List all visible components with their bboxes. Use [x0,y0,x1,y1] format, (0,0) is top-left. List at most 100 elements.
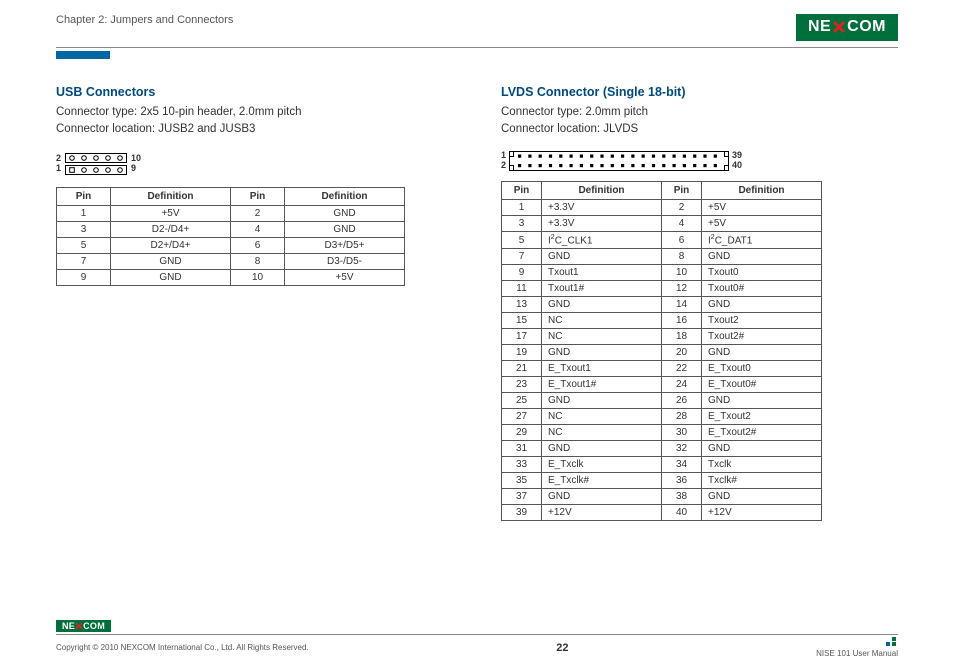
lvds-header-icon [509,151,729,171]
lvds-connector-location: Connector location: JLVDS [501,122,898,138]
table-row: 25GND26GND [502,393,822,409]
def-cell: D3+/D5+ [285,238,405,254]
lvds-pin-diagram: 1 2 39 40 [501,151,898,171]
def-cell: D3-/D5- [285,254,405,270]
table-row: 15NC16Txout2 [502,313,822,329]
brand-post: COM [847,18,886,36]
pin-cell: 7 [57,254,111,270]
th-pin: Pin [57,188,111,206]
pin-cell: 18 [662,329,702,345]
def-cell: E_Txout1 [542,361,662,377]
lvds-pin-label-40: 40 [732,161,742,171]
usb-pin-label-1: 1 [56,164,61,174]
manual-title: NISE 101 User Manual [816,649,898,658]
pin-cell: 33 [502,457,542,473]
def-cell: Txout1 [542,265,662,281]
footer-rule [56,634,898,635]
def-cell: +3.3V [542,216,662,232]
def-cell: E_Txout2# [702,425,822,441]
th-pin: Pin [662,182,702,200]
lvds-title: LVDS Connector (Single 18-bit) [501,85,898,99]
header-accent-bar [56,51,110,59]
th-pin: Pin [231,188,285,206]
table-row: 3+3.3V4+5V [502,216,822,232]
table-row: 5I2C_CLK16I2C_DAT1 [502,232,822,249]
def-cell: E_Txout0 [702,361,822,377]
usb-pin-table: Pin Definition Pin Definition 1+5V2GND3D… [56,187,405,286]
pin-cell: 5 [502,232,542,249]
def-cell: GND [702,441,822,457]
table-row: 21E_Txout122E_Txout0 [502,361,822,377]
chapter-title: Chapter 2: Jumpers and Connectors [56,14,233,26]
def-cell: GND [702,393,822,409]
def-cell: GND [702,297,822,313]
table-row: 7GND8GND [502,249,822,265]
def-cell: E_Txout1# [542,377,662,393]
def-cell: GND [111,270,231,286]
def-cell: GND [542,393,662,409]
pin-cell: 1 [57,206,111,222]
pin-cell: 30 [662,425,702,441]
def-cell: NC [542,329,662,345]
def-cell: D2-/D4+ [111,222,231,238]
pin-cell: 6 [231,238,285,254]
pin-cell: 10 [662,265,702,281]
pin-cell: 9 [502,265,542,281]
pin-cell: 32 [662,441,702,457]
table-row: 1+5V2GND [57,206,405,222]
def-cell: Txout2 [702,313,822,329]
def-cell: +12V [542,505,662,521]
table-row: 9Txout110Txout0 [502,265,822,281]
def-cell: I2C_DAT1 [702,232,822,249]
brand-post: COM [83,621,105,631]
pin-cell: 31 [502,441,542,457]
pin-cell: 8 [662,249,702,265]
pin-cell: 11 [502,281,542,297]
def-cell: I2C_CLK1 [542,232,662,249]
pin-cell: 25 [502,393,542,409]
table-row: 7GND8D3-/D5- [57,254,405,270]
pin-cell: 12 [662,281,702,297]
pin-cell: 13 [502,297,542,313]
def-cell: GND [702,249,822,265]
table-row: 9GND10+5V [57,270,405,286]
pin-cell: 4 [231,222,285,238]
def-cell: +5V [285,270,405,286]
pin-cell: 40 [662,505,702,521]
def-cell: GND [542,345,662,361]
def-cell: GND [111,254,231,270]
def-cell: Txout2# [702,329,822,345]
def-cell: GND [285,206,405,222]
lvds-section: LVDS Connector (Single 18-bit) Connector… [501,85,898,521]
def-cell: +5V [702,216,822,232]
table-row: 37GND38GND [502,489,822,505]
def-cell: E_Txout0# [702,377,822,393]
pin-cell: 3 [57,222,111,238]
def-cell: Txclk# [702,473,822,489]
pin-cell: 26 [662,393,702,409]
copyright-text: Copyright © 2010 NEXCOM International Co… [56,643,309,652]
def-cell: GND [542,489,662,505]
pin-cell: 20 [662,345,702,361]
def-cell: E_Txout2 [702,409,822,425]
th-def: Definition [285,188,405,206]
table-row: 11Txout1#12Txout0# [502,281,822,297]
pin-cell: 22 [662,361,702,377]
def-cell: Txclk [702,457,822,473]
pin-cell: 15 [502,313,542,329]
def-cell: NC [542,425,662,441]
usb-pin-label-9: 9 [131,164,141,174]
def-cell: E_Txclk [542,457,662,473]
pin-cell: 39 [502,505,542,521]
pin-cell: 1 [502,200,542,216]
def-cell: +3.3V [542,200,662,216]
def-cell: NC [542,313,662,329]
table-row: 17NC18Txout2# [502,329,822,345]
lvds-pin-table: Pin Definition Pin Definition 1+3.3V2+5V… [501,181,822,521]
pin-cell: 6 [662,232,702,249]
th-pin: Pin [502,182,542,200]
pin-cell: 2 [231,206,285,222]
brand-x-icon [832,20,846,34]
def-cell: GND [542,249,662,265]
pin-cell: 38 [662,489,702,505]
